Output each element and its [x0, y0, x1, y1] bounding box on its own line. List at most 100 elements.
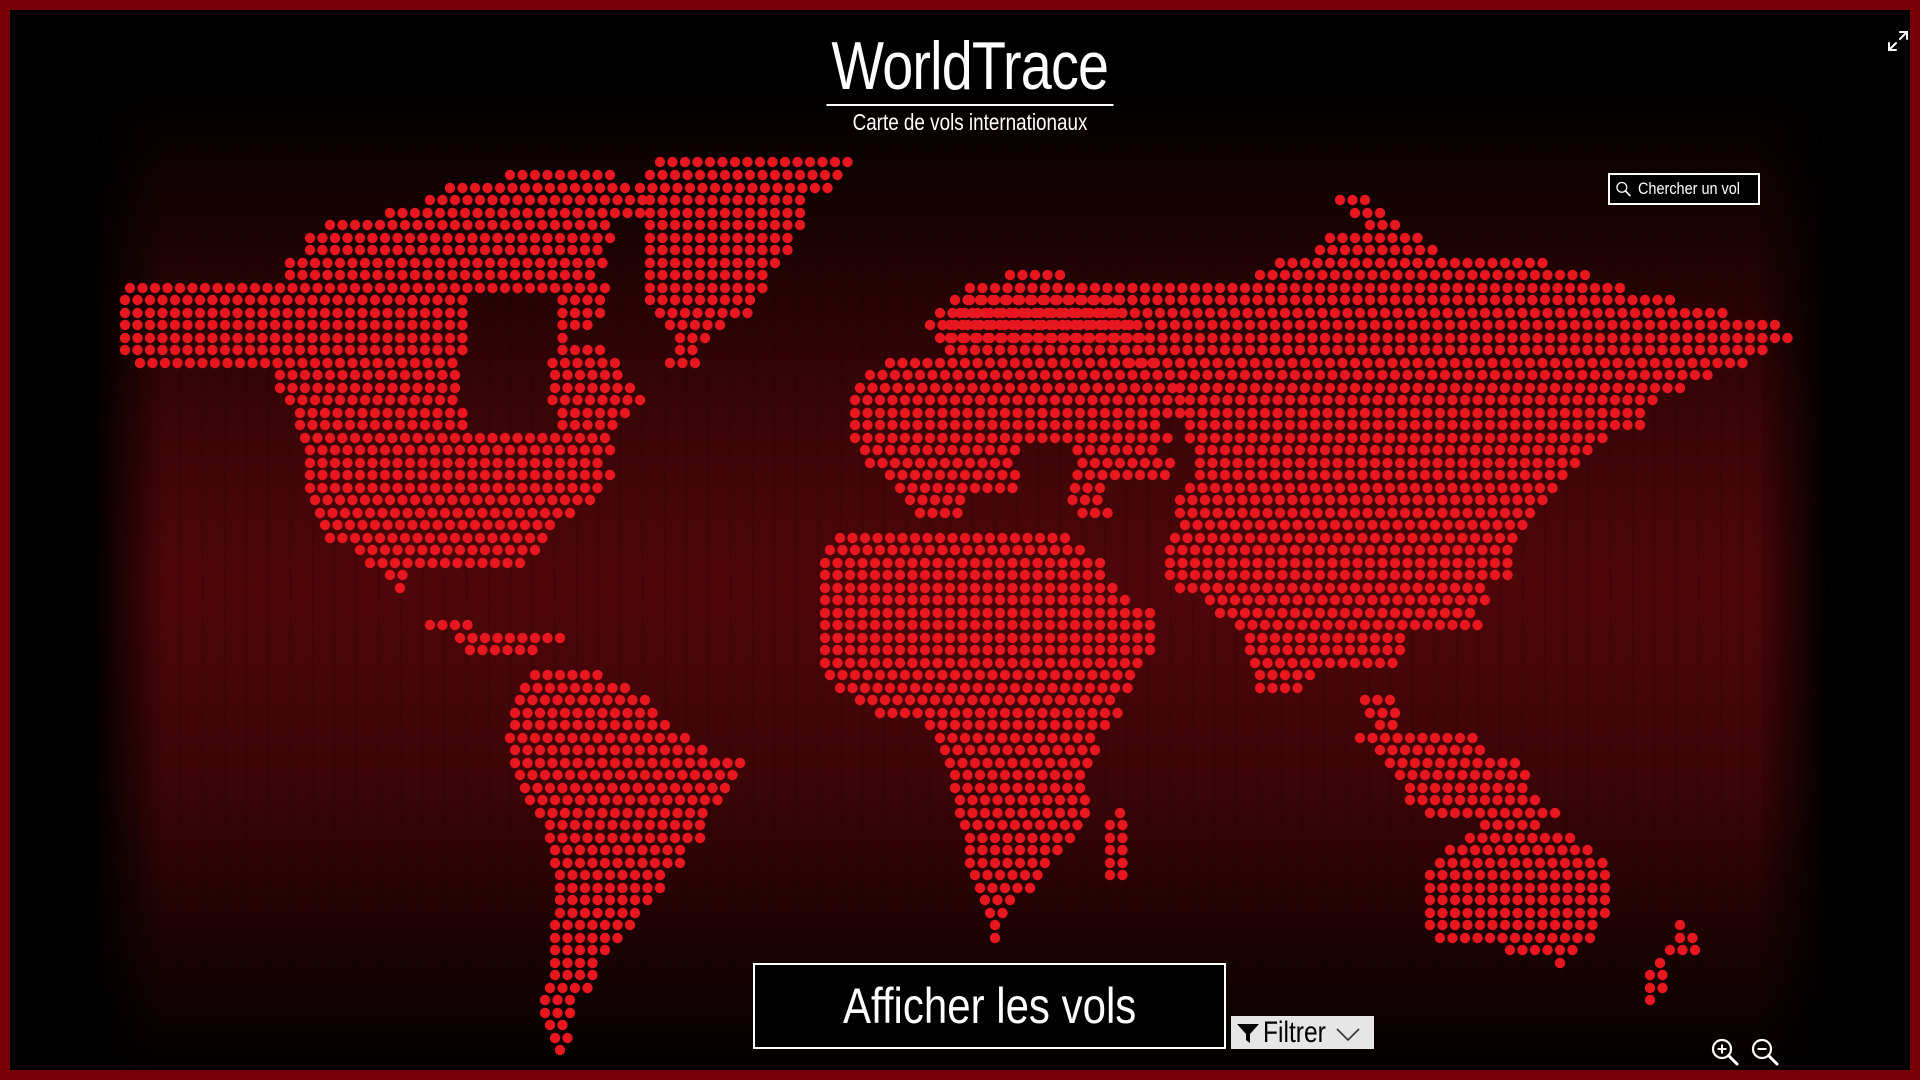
map-dot — [554, 444, 566, 456]
map-dot — [549, 932, 561, 944]
map-dot — [709, 757, 721, 769]
map-dot — [1512, 882, 1523, 894]
map-dot — [669, 282, 681, 294]
show-flights-button[interactable]: Afficher les vols — [753, 963, 1226, 1049]
map-dot — [529, 457, 541, 469]
map-dot — [1294, 469, 1306, 481]
map-dot — [1047, 732, 1058, 744]
map-dot — [1037, 407, 1048, 419]
map-dot — [644, 282, 656, 294]
map-dot — [597, 257, 608, 269]
search-flight-box[interactable]: Chercher un vol — [1608, 173, 1760, 205]
map-dot — [999, 394, 1011, 406]
map-dot — [1434, 482, 1446, 494]
map-dot — [997, 819, 1008, 831]
map-dot — [407, 519, 418, 531]
map-dot — [872, 444, 883, 456]
map-dot — [1282, 644, 1293, 656]
map-dot — [449, 219, 461, 231]
map-dot — [1499, 919, 1511, 931]
map-dot — [1064, 282, 1076, 294]
map-dot — [622, 744, 633, 756]
map-dot — [284, 357, 296, 369]
map-dot — [1532, 457, 1543, 469]
map-dot — [212, 282, 223, 294]
map-dot — [194, 344, 206, 356]
map-dot — [619, 182, 631, 194]
map-dot — [592, 869, 603, 881]
map-dot — [1394, 469, 1406, 481]
map-dot — [1262, 582, 1273, 594]
map-dot — [1397, 407, 1408, 419]
map-dot — [474, 282, 486, 294]
map-dot — [1399, 494, 1411, 506]
filter-label: Filtrer — [1263, 1015, 1326, 1049]
map-dot — [879, 694, 891, 706]
map-dot — [144, 332, 156, 344]
fullscreen-button[interactable] — [1884, 27, 1910, 55]
map-dot — [1532, 344, 1543, 356]
map-dot — [1284, 394, 1296, 406]
map-dot — [1232, 319, 1243, 331]
filter-dropdown[interactable]: Filtrer — [1231, 1016, 1374, 1049]
map-dot — [1064, 744, 1076, 756]
map-dot — [1339, 369, 1351, 381]
map-dot — [1062, 669, 1073, 681]
map-dot — [1507, 457, 1518, 469]
map-dot — [1177, 569, 1188, 581]
map-dot — [1237, 582, 1248, 594]
map-dot — [224, 282, 236, 294]
map-dot — [404, 482, 416, 494]
map-dot — [1334, 407, 1346, 419]
map-dot — [232, 307, 243, 319]
zoom-in-button[interactable] — [1710, 1037, 1740, 1067]
map-dot — [1189, 569, 1201, 581]
map-dot — [502, 557, 513, 569]
map-dot — [1279, 307, 1291, 319]
map-dot — [559, 744, 571, 756]
zoom-out-button[interactable] — [1750, 1037, 1780, 1067]
map-dot — [1059, 819, 1071, 831]
map-dot — [1454, 594, 1466, 606]
map-dot — [1494, 532, 1506, 544]
map-dot — [1449, 907, 1461, 919]
map-dot — [682, 257, 693, 269]
map-dot — [1419, 469, 1431, 481]
map-dot — [297, 394, 308, 406]
map-dot — [707, 219, 718, 231]
map-dot — [1192, 307, 1203, 319]
map-dot — [592, 457, 603, 469]
map-dot — [1392, 307, 1403, 319]
world-dot-map[interactable] — [10, 10, 1920, 1080]
map-dot — [454, 244, 466, 256]
map-dot — [477, 557, 488, 569]
map-dot — [759, 182, 771, 194]
map-dot — [1019, 582, 1031, 594]
map-dot — [574, 219, 586, 231]
map-dot — [1202, 294, 1213, 306]
map-dot — [1564, 294, 1576, 306]
map-dot — [1524, 257, 1536, 269]
map-dot — [1457, 532, 1468, 544]
map-dot — [147, 357, 158, 369]
map-dot — [912, 419, 923, 431]
map-dot — [1434, 857, 1446, 869]
map-dot — [1557, 332, 1568, 344]
map-dot — [1344, 319, 1356, 331]
map-dot — [1477, 832, 1488, 844]
map-dot — [1304, 307, 1316, 319]
map-dot — [1294, 457, 1306, 469]
map-dot — [1497, 857, 1508, 869]
map-dot — [1564, 282, 1576, 294]
map-dot — [1419, 319, 1431, 331]
map-dot — [474, 194, 486, 206]
map-dot — [1582, 344, 1593, 356]
map-dot — [362, 532, 373, 544]
map-dot — [419, 519, 431, 531]
map-dot — [1099, 707, 1111, 719]
map-dot — [1452, 569, 1463, 581]
map-dot — [1049, 544, 1061, 556]
map-dot — [1404, 782, 1416, 794]
map-dot — [504, 544, 516, 556]
map-dot — [1057, 582, 1068, 594]
